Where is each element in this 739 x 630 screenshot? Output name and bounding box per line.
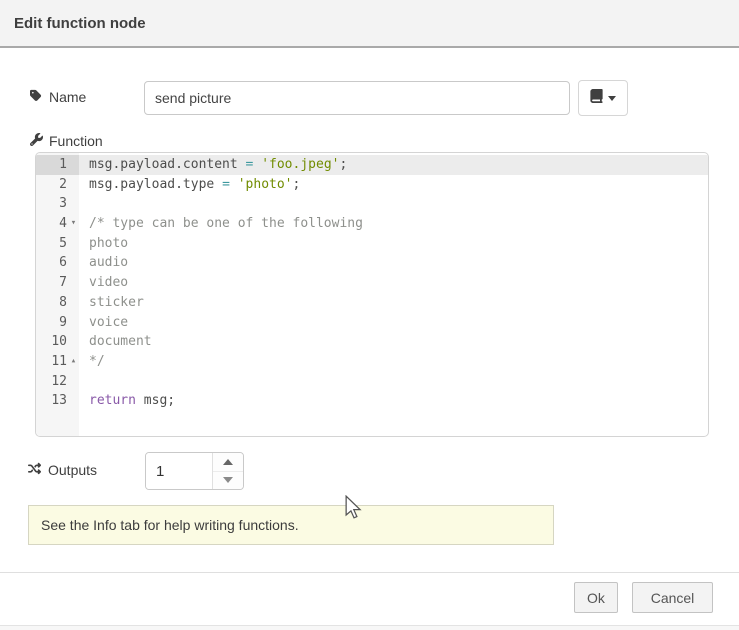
- line-number: 2: [36, 175, 79, 195]
- code-line[interactable]: 1msg.payload.content = 'foo.jpeg';: [36, 155, 708, 175]
- line-number: 6: [36, 253, 79, 273]
- outputs-label: Outputs: [27, 462, 97, 478]
- code-line[interactable]: 5photo: [36, 234, 708, 254]
- code-line[interactable]: 7video: [36, 273, 708, 293]
- code-line[interactable]: 6audio: [36, 253, 708, 273]
- spinner-up-button[interactable]: [213, 453, 243, 472]
- code-line[interactable]: 3: [36, 194, 708, 214]
- line-number: 1: [36, 155, 79, 175]
- caret-up-icon: [223, 459, 233, 465]
- code-line[interactable]: 10document: [36, 332, 708, 352]
- line-number: 9: [36, 313, 79, 333]
- book-icon: [590, 89, 603, 108]
- outputs-input[interactable]: [146, 453, 212, 489]
- line-number: 4▾: [36, 214, 79, 234]
- info-tip-text: See the Info tab for help writing functi…: [41, 517, 299, 533]
- dialog-header: Edit function node: [0, 0, 739, 48]
- code-lines: 1msg.payload.content = 'foo.jpeg';2msg.p…: [36, 155, 708, 411]
- code-text: [79, 194, 89, 214]
- name-input[interactable]: [144, 81, 570, 115]
- code-text: /* type can be one of the following: [79, 214, 363, 234]
- name-label-text: Name: [49, 89, 86, 105]
- code-text: msg.payload.type = 'photo';: [79, 175, 300, 195]
- code-text: return msg;: [79, 391, 175, 411]
- caret-down-icon: [223, 477, 233, 483]
- line-number: 11▴: [36, 352, 79, 372]
- code-text: msg.payload.content = 'foo.jpeg';: [79, 155, 347, 175]
- shuffle-icon: [27, 462, 42, 478]
- chevron-down-icon: [608, 96, 616, 101]
- line-number: 13: [36, 391, 79, 411]
- line-number: 12: [36, 372, 79, 392]
- outputs-spinner: [145, 452, 244, 490]
- footer-divider: [0, 572, 739, 573]
- name-label: Name: [30, 89, 86, 105]
- line-number: 10: [36, 332, 79, 352]
- code-line[interactable]: 8sticker: [36, 293, 708, 313]
- code-line[interactable]: 11▴*/: [36, 352, 708, 372]
- library-button[interactable]: [578, 80, 628, 116]
- edit-function-dialog: Edit function node Name Function 1msg.pa…: [0, 0, 739, 630]
- code-text: [79, 372, 89, 392]
- outputs-label-text: Outputs: [48, 462, 97, 478]
- code-text: video: [79, 273, 128, 293]
- code-line[interactable]: 2msg.payload.type = 'photo';: [36, 175, 708, 195]
- info-tip: See the Info tab for help writing functi…: [28, 505, 554, 545]
- line-number: 8: [36, 293, 79, 313]
- spinner-buttons: [212, 453, 243, 489]
- code-line[interactable]: 9voice: [36, 313, 708, 333]
- line-number: 3: [36, 194, 79, 214]
- code-text: photo: [79, 234, 128, 254]
- wrench-icon: [30, 133, 43, 149]
- code-text: document: [79, 332, 152, 352]
- code-text: sticker: [79, 293, 144, 313]
- spinner-down-button[interactable]: [213, 472, 243, 490]
- line-number: 7: [36, 273, 79, 293]
- function-label-text: Function: [49, 133, 103, 149]
- dialog-bottom-edge: [0, 625, 739, 630]
- line-number: 5: [36, 234, 79, 254]
- code-text: voice: [79, 313, 128, 333]
- fold-open-icon[interactable]: ▾: [68, 214, 79, 234]
- code-text: audio: [79, 253, 128, 273]
- fold-end-icon[interactable]: ▴: [68, 352, 79, 372]
- dialog-title: Edit function node: [14, 15, 146, 32]
- ok-button[interactable]: Ok: [574, 582, 618, 613]
- cancel-button[interactable]: Cancel: [632, 582, 713, 613]
- code-text: */: [79, 352, 105, 372]
- function-label: Function: [30, 133, 103, 149]
- code-line[interactable]: 4▾/* type can be one of the following: [36, 214, 708, 234]
- code-line[interactable]: 13return msg;: [36, 391, 708, 411]
- tag-icon: [30, 89, 43, 105]
- code-editor[interactable]: 1msg.payload.content = 'foo.jpeg';2msg.p…: [35, 152, 709, 437]
- code-line[interactable]: 12: [36, 372, 708, 392]
